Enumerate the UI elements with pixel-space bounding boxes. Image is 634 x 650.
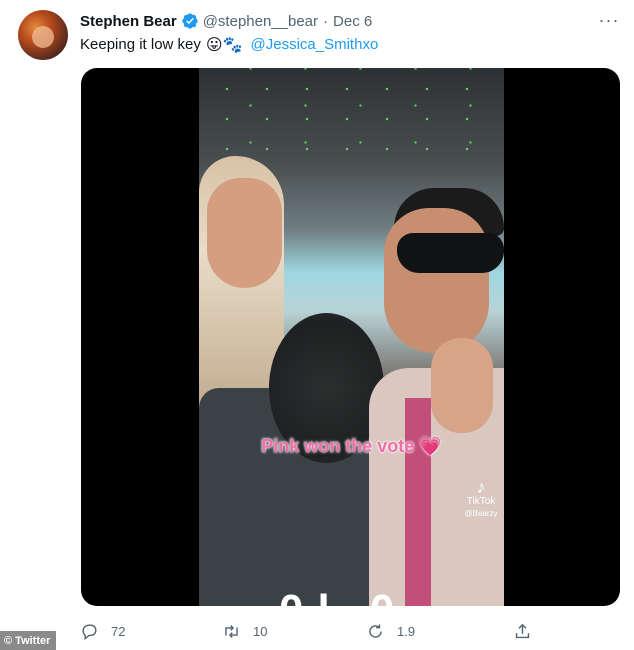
- tweet-body: Keeping it low key 😛🐾 @Jessica_Smithxo: [80, 33, 378, 55]
- retweet-button[interactable]: 10: [222, 618, 267, 644]
- reply-button[interactable]: 72: [80, 618, 125, 644]
- author-handle[interactable]: @stephen__bear: [203, 13, 318, 30]
- reply-count: 72: [111, 623, 126, 639]
- retweet-count: 10: [253, 623, 268, 639]
- tiktok-watermark: ♪ TikTok @Bearzy: [461, 478, 501, 520]
- pink-tie: [405, 398, 431, 606]
- video-frame[interactable]: Pink won the vote 💗 ♪ TikTok @Bearzy 0l …: [199, 68, 504, 606]
- retweet-icon: [225, 624, 238, 638]
- reply-icon: [82, 623, 97, 640]
- author-avatar[interactable]: [18, 10, 68, 60]
- verified-badge-icon: [182, 13, 198, 29]
- twitter-watermark: © Twitter: [0, 631, 57, 650]
- video-caption: Pink won the vote 💗: [261, 436, 442, 456]
- tweet-actions: 72 10 1.9: [80, 618, 620, 644]
- man-face: [384, 208, 489, 353]
- tiktok-label: TikTok: [466, 496, 496, 507]
- author-name[interactable]: Stephen Bear: [80, 13, 177, 30]
- sunglasses: [397, 233, 504, 273]
- tweet-header: Stephen Bear @stephen__bear · Dec 6: [80, 11, 372, 31]
- tweet-date[interactable]: Dec 6: [333, 13, 372, 30]
- like-count: 1.9: [397, 623, 416, 639]
- header-separator: ·: [323, 12, 329, 30]
- share-button[interactable]: [513, 618, 544, 644]
- share-icon: [515, 623, 530, 638]
- cutoff-subtitle: 0l 0: [279, 586, 408, 606]
- like-refresh-icon: [369, 623, 382, 638]
- tiktok-icon: ♪: [476, 477, 486, 497]
- tweet-emojis: 😛🐾: [205, 34, 243, 54]
- tiktok-user: @Bearzy: [464, 509, 498, 518]
- mention-link[interactable]: @Jessica_Smithxo: [251, 36, 379, 53]
- video-media[interactable]: Pink won the vote 💗 ♪ TikTok @Bearzy 0l …: [81, 68, 620, 606]
- like-button[interactable]: 1.9: [366, 618, 415, 644]
- more-options-icon[interactable]: ···: [596, 10, 622, 30]
- tweet-text: Keeping it low key: [80, 35, 201, 53]
- woman-face: [207, 178, 282, 288]
- woman-hand: [431, 338, 493, 433]
